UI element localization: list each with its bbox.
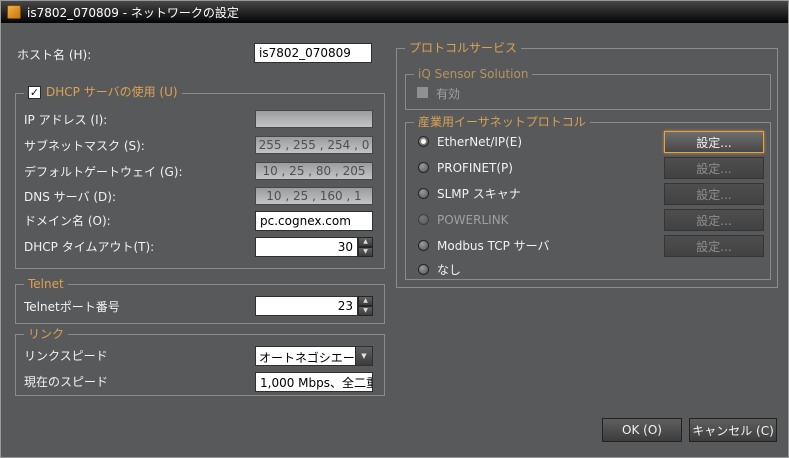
spin-up-icon[interactable]: ▲: [358, 296, 373, 306]
radio-none[interactable]: [418, 264, 429, 275]
powerlink-settings-button: 設定...: [664, 209, 764, 231]
radio-ethernet-ip[interactable]: [418, 136, 429, 147]
checkmark-icon: ✓: [30, 87, 39, 98]
radio-profinet-label: PROFINET(P): [437, 161, 513, 175]
ip-address-label: IP アドレス (I):: [24, 113, 107, 127]
modbus-settings-button: 設定...: [664, 235, 764, 257]
radio-modbus-tcp[interactable]: [418, 240, 429, 251]
iq-sensor-legend: iQ Sensor Solution: [414, 67, 532, 81]
dhcp-checkbox[interactable]: ✓: [28, 86, 41, 99]
iq-enable-checkbox: [416, 86, 429, 99]
link-speed-value: オートネゴシエー: [256, 347, 355, 365]
titlebar[interactable]: is7802_070809 - ネットワークの設定: [1, 1, 788, 23]
link-speed-label: リンクスピード: [24, 349, 108, 363]
window-title: is7802_070809 - ネットワークの設定: [27, 4, 239, 21]
hostname-label: ホスト名 (H):: [17, 48, 91, 62]
link-group: リンク リンクスピード オートネゴシエー ▼ 現在のスピード 1,000 Mbp…: [15, 334, 385, 396]
protocol-services-group: プロトコルサービス iQ Sensor Solution 有効 産業用イーサネッ…: [396, 48, 778, 288]
radio-slmp-scanner-label: SLMP スキャナ: [437, 187, 521, 201]
dhcp-group: ✓ DHCP サーバの使用 (U) IP アドレス (I): サブネットマスク …: [15, 93, 385, 269]
dhcp-legend: ✓ DHCP サーバの使用 (U): [24, 85, 182, 99]
iq-enable-label: 有効: [436, 87, 460, 101]
hostname-input[interactable]: is7802_070809: [254, 43, 372, 63]
telnet-group: Telnet Telnetポート番号 23 ▲ ▼: [15, 284, 385, 324]
telnet-port-stepper: ▲ ▼: [358, 296, 373, 316]
radio-slmp-scanner[interactable]: [418, 188, 429, 199]
current-speed-value: 1,000 Mbps、全二重: [255, 372, 373, 392]
slmp-settings-button: 設定...: [664, 183, 764, 205]
dns-server-label: DNS サーバ (D):: [24, 190, 116, 204]
radio-profinet[interactable]: [418, 162, 429, 173]
subnet-mask-input: 255 , 255 , 254 , 0: [255, 136, 373, 154]
iq-sensor-group: iQ Sensor Solution 有効: [405, 74, 771, 110]
ethernet-ip-settings-button[interactable]: 設定...: [664, 131, 764, 153]
telnet-port-input[interactable]: 23: [255, 296, 358, 316]
radio-ethernet-ip-label: EtherNet/IP(E): [437, 135, 522, 149]
radio-powerlink-label: POWERLINK: [437, 213, 509, 227]
current-speed-label: 現在のスピード: [24, 375, 108, 389]
dns-server-input: 10 , 25 , 160 , 1: [255, 187, 373, 205]
network-settings-dialog: is7802_070809 - ネットワークの設定 ホスト名 (H): is78…: [0, 0, 789, 458]
dhcp-timeout-input[interactable]: 30: [255, 237, 358, 257]
spin-down-icon[interactable]: ▼: [358, 247, 373, 257]
chevron-down-icon[interactable]: ▼: [355, 347, 372, 365]
domain-name-input[interactable]: pc.cognex.com: [255, 211, 373, 231]
cancel-button[interactable]: キャンセル (C): [689, 418, 777, 442]
spin-down-icon[interactable]: ▼: [358, 306, 373, 316]
subnet-mask-label: サブネットマスク (S):: [24, 139, 145, 153]
ok-button[interactable]: OK (O): [602, 418, 682, 442]
app-icon: [7, 5, 21, 19]
radio-modbus-tcp-label: Modbus TCP サーバ: [437, 239, 550, 253]
industrial-protocol-legend: 産業用イーサネットプロトコル: [414, 115, 590, 129]
telnet-port-label: Telnetポート番号: [24, 300, 120, 314]
dhcp-timeout-stepper: ▲ ▼: [358, 237, 373, 257]
dhcp-checkbox-label: DHCP サーバの使用 (U): [46, 85, 178, 99]
default-gateway-label: デフォルトゲートウェイ (G):: [24, 165, 183, 179]
protocol-services-legend: プロトコルサービス: [405, 41, 521, 55]
ip-address-input: [255, 110, 373, 128]
spin-up-icon[interactable]: ▲: [358, 237, 373, 247]
link-speed-select[interactable]: オートネゴシエー ▼: [255, 346, 373, 366]
profinet-settings-button: 設定...: [664, 157, 764, 179]
radio-powerlink: [418, 214, 429, 225]
radio-none-label: なし: [437, 263, 461, 277]
default-gateway-input: 10 , 25 , 80 , 205: [255, 162, 373, 180]
industrial-protocol-group: 産業用イーサネットプロトコル EtherNet/IP(E) 設定... PROF…: [405, 122, 771, 280]
dhcp-timeout-label: DHCP タイムアウト(T):: [24, 240, 154, 254]
domain-name-label: ドメイン名 (O):: [24, 214, 111, 228]
telnet-legend: Telnet: [24, 277, 68, 291]
link-legend: リンク: [24, 327, 68, 341]
